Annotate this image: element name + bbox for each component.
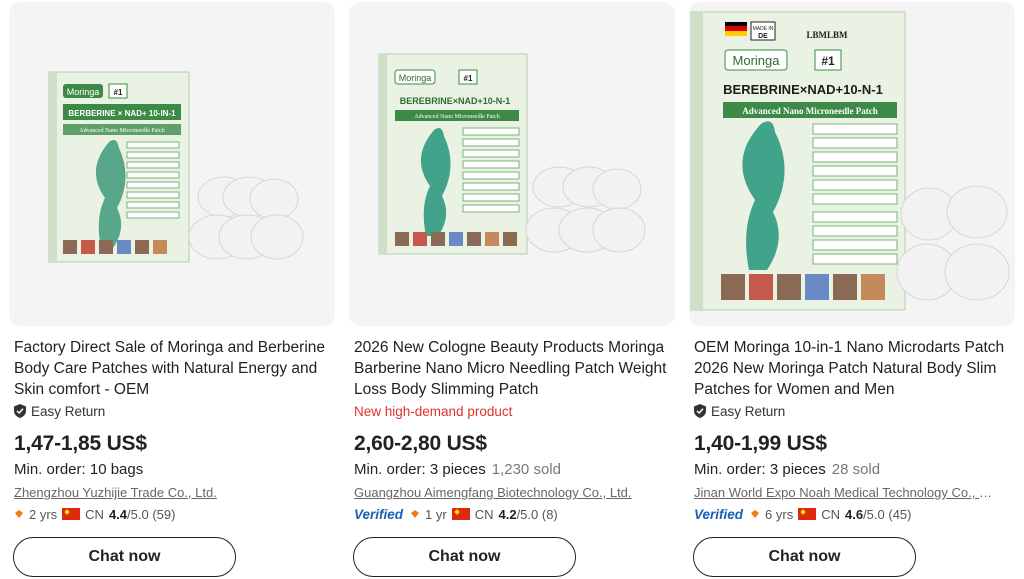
supplier-meta: Verified 1 yr CN 4.2/5.0 (8)	[354, 505, 558, 523]
high-demand-tag: New high-demand product	[354, 402, 512, 420]
verified-badge[interactable]: Verified	[694, 507, 743, 522]
supplier-rating: 4.2/5.0 (8)	[498, 506, 558, 522]
product-price: 1,47-1,85 US$	[14, 432, 147, 455]
svg-text:Advanced Nano Microneedle Patc: Advanced Nano Microneedle Patch	[414, 114, 499, 120]
product-box-icon: Moringa #1 BERBERINE × NAD+ 10-IN-1 Adva…	[9, 2, 335, 326]
shield-check-icon	[14, 404, 26, 418]
product-card[interactable]: Moringa #1 BERBERINE × NAD+ 10-IN-1 Adva…	[9, 0, 335, 579]
verified-badge[interactable]: Verified	[354, 507, 403, 522]
product-title[interactable]: OEM Moringa 10-in-1 Nano Microdarts Patc…	[694, 337, 1012, 400]
product-price: 2,60-2,80 US$	[354, 432, 487, 455]
product-box-icon: MADE IN DE LBMLBM Moringa #1 BEREBRINE×N…	[689, 2, 1015, 326]
tag-label: Easy Return	[31, 403, 106, 419]
supplier-rating: 4.4/5.0 (59)	[108, 506, 176, 522]
tag-label: New high-demand product	[354, 403, 513, 419]
product-price: 1,40-1,99 US$	[694, 432, 827, 455]
supplier-country: CN	[474, 506, 494, 522]
min-order-label: Min. order: 10 bags	[14, 461, 144, 478]
easy-return-tag: Easy Return	[14, 402, 105, 420]
supplier-country: CN	[821, 506, 840, 522]
svg-text:BERBERINE × NAD+ 10-IN-1: BERBERINE × NAD+ 10-IN-1	[68, 109, 176, 118]
gold-supplier-diamond-icon	[751, 510, 760, 518]
min-order-label: Min. order: 3 pieces	[694, 461, 826, 478]
supplier-rating: 4.6/5.0 (45)	[844, 506, 912, 522]
supplier-years: 1 yr	[425, 506, 447, 522]
min-order: Min. order: 3 pieces 1,230 sold	[354, 461, 561, 478]
svg-text:Advanced Nano Microneedle Patc: Advanced Nano Microneedle Patch	[742, 106, 878, 116]
china-flag-icon	[798, 508, 817, 520]
sold-count: 1,230 sold	[491, 461, 561, 478]
svg-text:Advanced Nano Microneedle Patc: Advanced Nano Microneedle Patch	[79, 128, 164, 134]
supplier-country: CN	[85, 506, 104, 522]
sold-count: 28 sold	[831, 461, 881, 478]
product-grid: Moringa #1 BERBERINE × NAD+ 10-IN-1 Adva…	[0, 0, 1024, 579]
china-flag-icon	[451, 508, 470, 520]
supplier-link[interactable]: Guangzhou Aimengfang Biotechnology Co., …	[354, 485, 654, 500]
product-image[interactable]: Moringa #1 BEREBRINE×NAD+10-N-1 Advanced…	[349, 2, 675, 326]
chat-now-button[interactable]: Chat now	[13, 537, 236, 577]
svg-text:MADE IN: MADE IN	[753, 26, 774, 32]
min-order-label: Min. order: 3 pieces	[354, 461, 486, 478]
product-image[interactable]: Moringa #1 BERBERINE × NAD+ 10-IN-1 Adva…	[9, 2, 335, 326]
product-title[interactable]: 2026 New Cologne Beauty Products Moringa…	[354, 337, 672, 400]
easy-return-tag: Easy Return	[694, 402, 785, 420]
tag-label: Easy Return	[711, 403, 786, 419]
gold-supplier-diamond-icon	[15, 510, 23, 518]
svg-text:#1: #1	[464, 74, 473, 83]
supplier-meta: Verified 6 yrs CN 4.6/5.0 (45)	[694, 505, 912, 523]
supplier-link[interactable]: Zhengzhou Yuzhijie Trade Co., Ltd.	[14, 485, 314, 500]
product-box-icon: Moringa #1 BEREBRINE×NAD+10-N-1 Advanced…	[349, 2, 675, 326]
supplier-years: 6 yrs	[765, 506, 794, 522]
shield-check-icon	[694, 404, 706, 418]
china-flag-icon	[62, 508, 81, 520]
product-card[interactable]: Moringa #1 BEREBRINE×NAD+10-N-1 Advanced…	[349, 0, 675, 579]
supplier-meta: 2 yrs CN 4.4/5.0 (59)	[14, 505, 175, 523]
supplier-years: 2 yrs	[29, 506, 58, 522]
svg-text:#1: #1	[821, 54, 835, 68]
min-order: Min. order: 10 bags	[14, 461, 143, 478]
svg-text:Moringa: Moringa	[67, 87, 100, 97]
svg-text:Moringa: Moringa	[399, 73, 432, 83]
supplier-link[interactable]: Jinan World Expo Noah Medical Technology…	[694, 485, 994, 500]
product-image[interactable]: MADE IN DE LBMLBM Moringa #1 BEREBRINE×N…	[689, 2, 1015, 326]
product-card[interactable]: MADE IN DE LBMLBM Moringa #1 BEREBRINE×N…	[689, 0, 1015, 579]
svg-text:LBMLBM: LBMLBM	[806, 30, 848, 40]
chat-now-button[interactable]: Chat now	[353, 537, 576, 577]
svg-text:BEREBRINE×NAD+10-N-1: BEREBRINE×NAD+10-N-1	[723, 82, 883, 97]
min-order: Min. order: 3 pieces 28 sold	[694, 461, 880, 478]
svg-text:Moringa: Moringa	[733, 53, 781, 68]
svg-text:BEREBRINE×NAD+10-N-1: BEREBRINE×NAD+10-N-1	[400, 96, 511, 106]
chat-now-button[interactable]: Chat now	[693, 537, 916, 577]
gold-supplier-diamond-icon	[411, 510, 420, 518]
product-title[interactable]: Factory Direct Sale of Moringa and Berbe…	[14, 337, 332, 400]
svg-text:DE: DE	[758, 33, 768, 40]
svg-text:#1: #1	[114, 88, 123, 97]
